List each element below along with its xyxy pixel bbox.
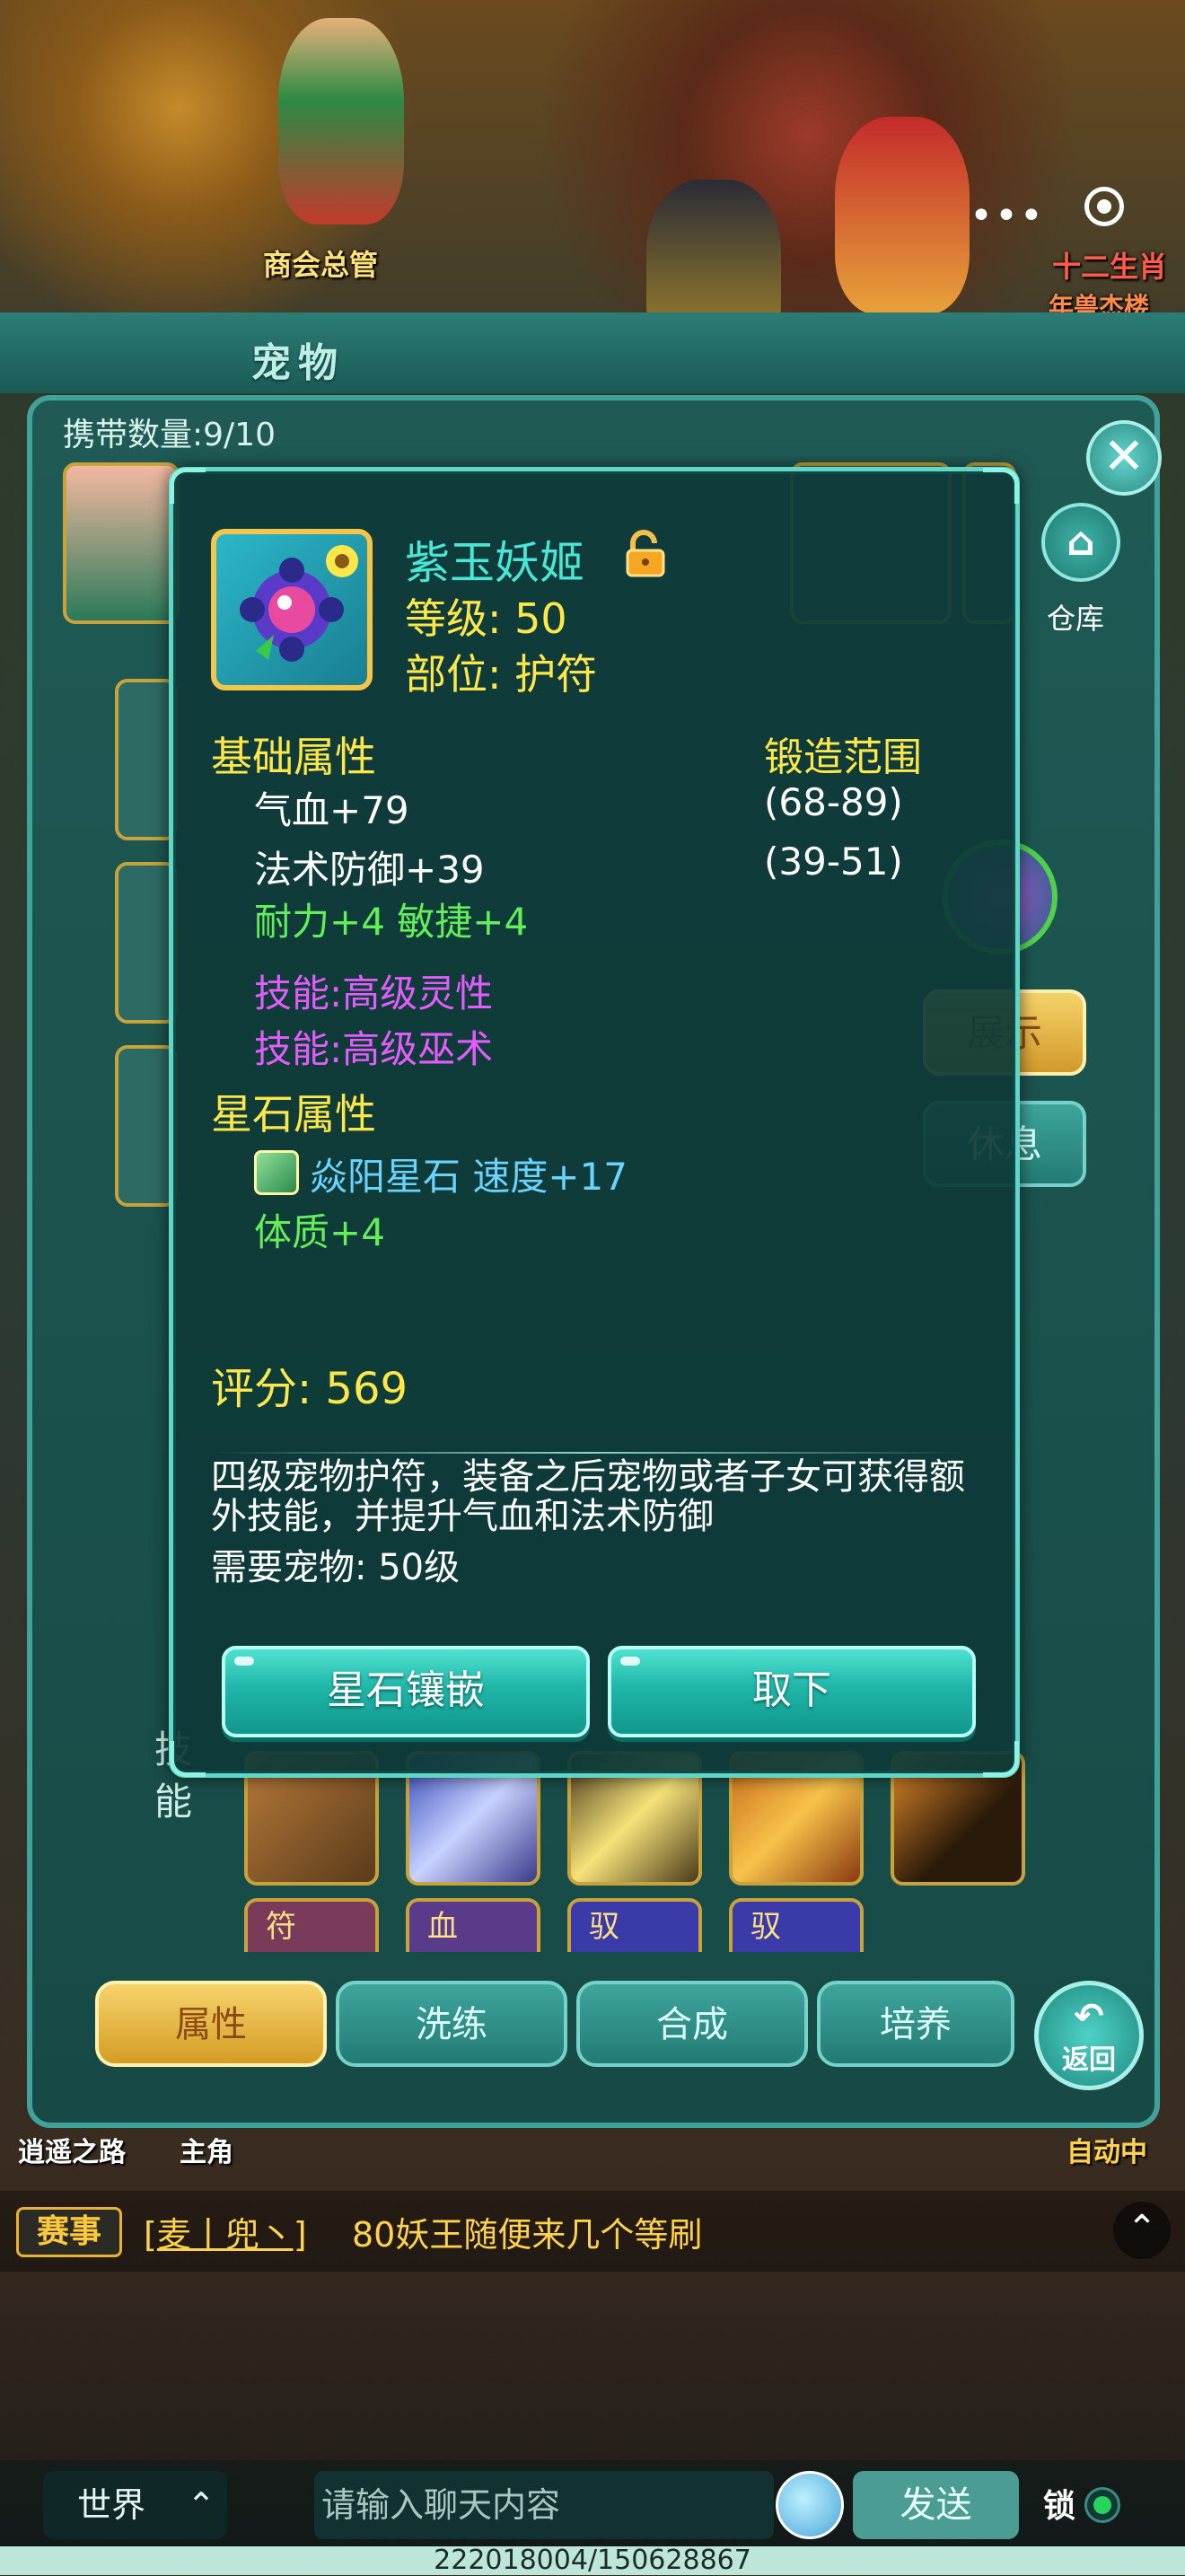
tab-compose[interactable]: 合成 <box>576 1981 808 2067</box>
tab-cultivate[interactable]: 培养 <box>817 1981 1014 2067</box>
gem-icon <box>254 1150 299 1195</box>
tab-attributes[interactable]: 属性 <box>95 1981 327 2067</box>
back-button[interactable]: ↶ 返回 <box>1034 1981 1144 2090</box>
inlay-star-button[interactable]: 星石镶嵌 <box>222 1646 590 1737</box>
item-score: 评分: 569 <box>211 1364 408 1414</box>
news-message: 80妖王随便来几个等刷 <box>352 2215 703 2255</box>
skill-tag[interactable]: 驭 <box>729 1898 864 1952</box>
game-scene-background <box>0 0 1185 341</box>
item-slot: 部位: 护符 <box>405 650 598 699</box>
hud-label-road: 逍遥之路 <box>18 2137 126 2168</box>
chat-channel-select[interactable]: 世界 ⌃ <box>43 2471 227 2539</box>
item-description: 四级宠物护符，装备之后宠物或者子女可获得额外技能，并提升气血和法术防御 <box>211 1456 965 1537</box>
attr-hp-range: (68-89) <box>764 780 903 824</box>
hud-label-main: 主角 <box>180 2137 233 2168</box>
news-tag: 赛事 <box>16 2207 122 2257</box>
tab-refine[interactable]: 洗练 <box>336 1981 567 2067</box>
more-dots-icon[interactable]: ••• <box>970 193 1045 239</box>
npc-label-merchant: 商会总管 <box>263 248 379 282</box>
carry-count: 携带数量:9/10 <box>63 417 276 453</box>
corner-ornament <box>983 1741 1019 1777</box>
remove-button[interactable]: 取下 <box>608 1646 976 1737</box>
bonus-attrs: 耐力+4 敏捷+4 <box>254 900 529 944</box>
attr-mdef: 法术防御+39 <box>254 848 485 892</box>
pet-slot[interactable] <box>63 462 180 624</box>
pet-window-title: 宠物 <box>251 340 345 386</box>
chevron-up-icon: ⌃ <box>187 2485 215 2525</box>
item-tooltip: 紫玉妖姬 等级: 50 部位: 护符 基础属性 锻造范围 气血+79 (68-8… <box>169 467 1020 1778</box>
skill-tag[interactable]: 驭 <box>567 1898 702 1952</box>
send-button[interactable]: 发送 <box>853 2471 1019 2539</box>
npc-red-lady[interactable] <box>835 117 970 314</box>
attr-mdef-range: (39-51) <box>764 840 903 884</box>
unlock-icon[interactable] <box>620 529 671 579</box>
item-name: 紫玉妖姬 <box>405 537 584 589</box>
pet-window-header <box>0 312 1185 393</box>
chat-input[interactable]: 请输入聊天内容 <box>314 2471 774 2539</box>
star-attr-title: 星石属性 <box>211 1090 376 1139</box>
forge-range-title: 锻造范围 <box>764 734 922 780</box>
corner-ornament <box>983 468 1019 504</box>
news-player-link[interactable]: [麦丨兜丶] <box>144 2207 307 2256</box>
close-x-icon[interactable]: ✕ <box>1086 420 1162 496</box>
skill-tag[interactable]: 符 <box>244 1898 379 1952</box>
lock-label: 锁 <box>1043 2488 1076 2525</box>
chevron-up-icon[interactable]: ⌃ <box>1113 2202 1171 2259</box>
divider <box>211 1452 965 1454</box>
back-arrow-icon: ↶ <box>1074 1996 1104 2037</box>
warehouse-button[interactable]: ⌂ <box>1041 503 1120 582</box>
hud-label-auto: 自动中 <box>1066 2137 1147 2168</box>
skill-line: 技能:高级灵性 <box>254 971 494 1015</box>
item-requirement: 需要宠物: 50级 <box>211 1547 461 1588</box>
target-icon[interactable] <box>1084 187 1124 226</box>
corner-ornament <box>170 1741 206 1777</box>
lock-toggle[interactable] <box>1084 2487 1120 2523</box>
base-attr-title: 基础属性 <box>211 733 376 781</box>
back-label: 返回 <box>1062 2044 1116 2076</box>
npc-label-zodiac: 十二生肖 <box>1052 250 1168 284</box>
player-id-line: 222018004/150628867 <box>0 2546 1185 2575</box>
npc-merchant[interactable] <box>278 18 404 224</box>
chat-channel-label: 世界 <box>77 2485 146 2525</box>
corner-ornament <box>170 468 206 504</box>
skill-tag[interactable]: 血 <box>406 1898 540 1952</box>
emoji-icon[interactable] <box>776 2471 844 2539</box>
warehouse-icon: ⌂ <box>1066 519 1095 565</box>
star-stone: 焱阳星石 速度+17 <box>310 1155 628 1199</box>
warehouse-label: 仓库 <box>1047 602 1105 636</box>
item-level: 等级: 50 <box>405 594 567 643</box>
attr-hp: 气血+79 <box>254 788 409 832</box>
amulet-item-icon <box>211 529 373 690</box>
skill-line: 技能:高级巫术 <box>254 1027 494 1071</box>
star-bonus: 体质+4 <box>254 1210 385 1254</box>
